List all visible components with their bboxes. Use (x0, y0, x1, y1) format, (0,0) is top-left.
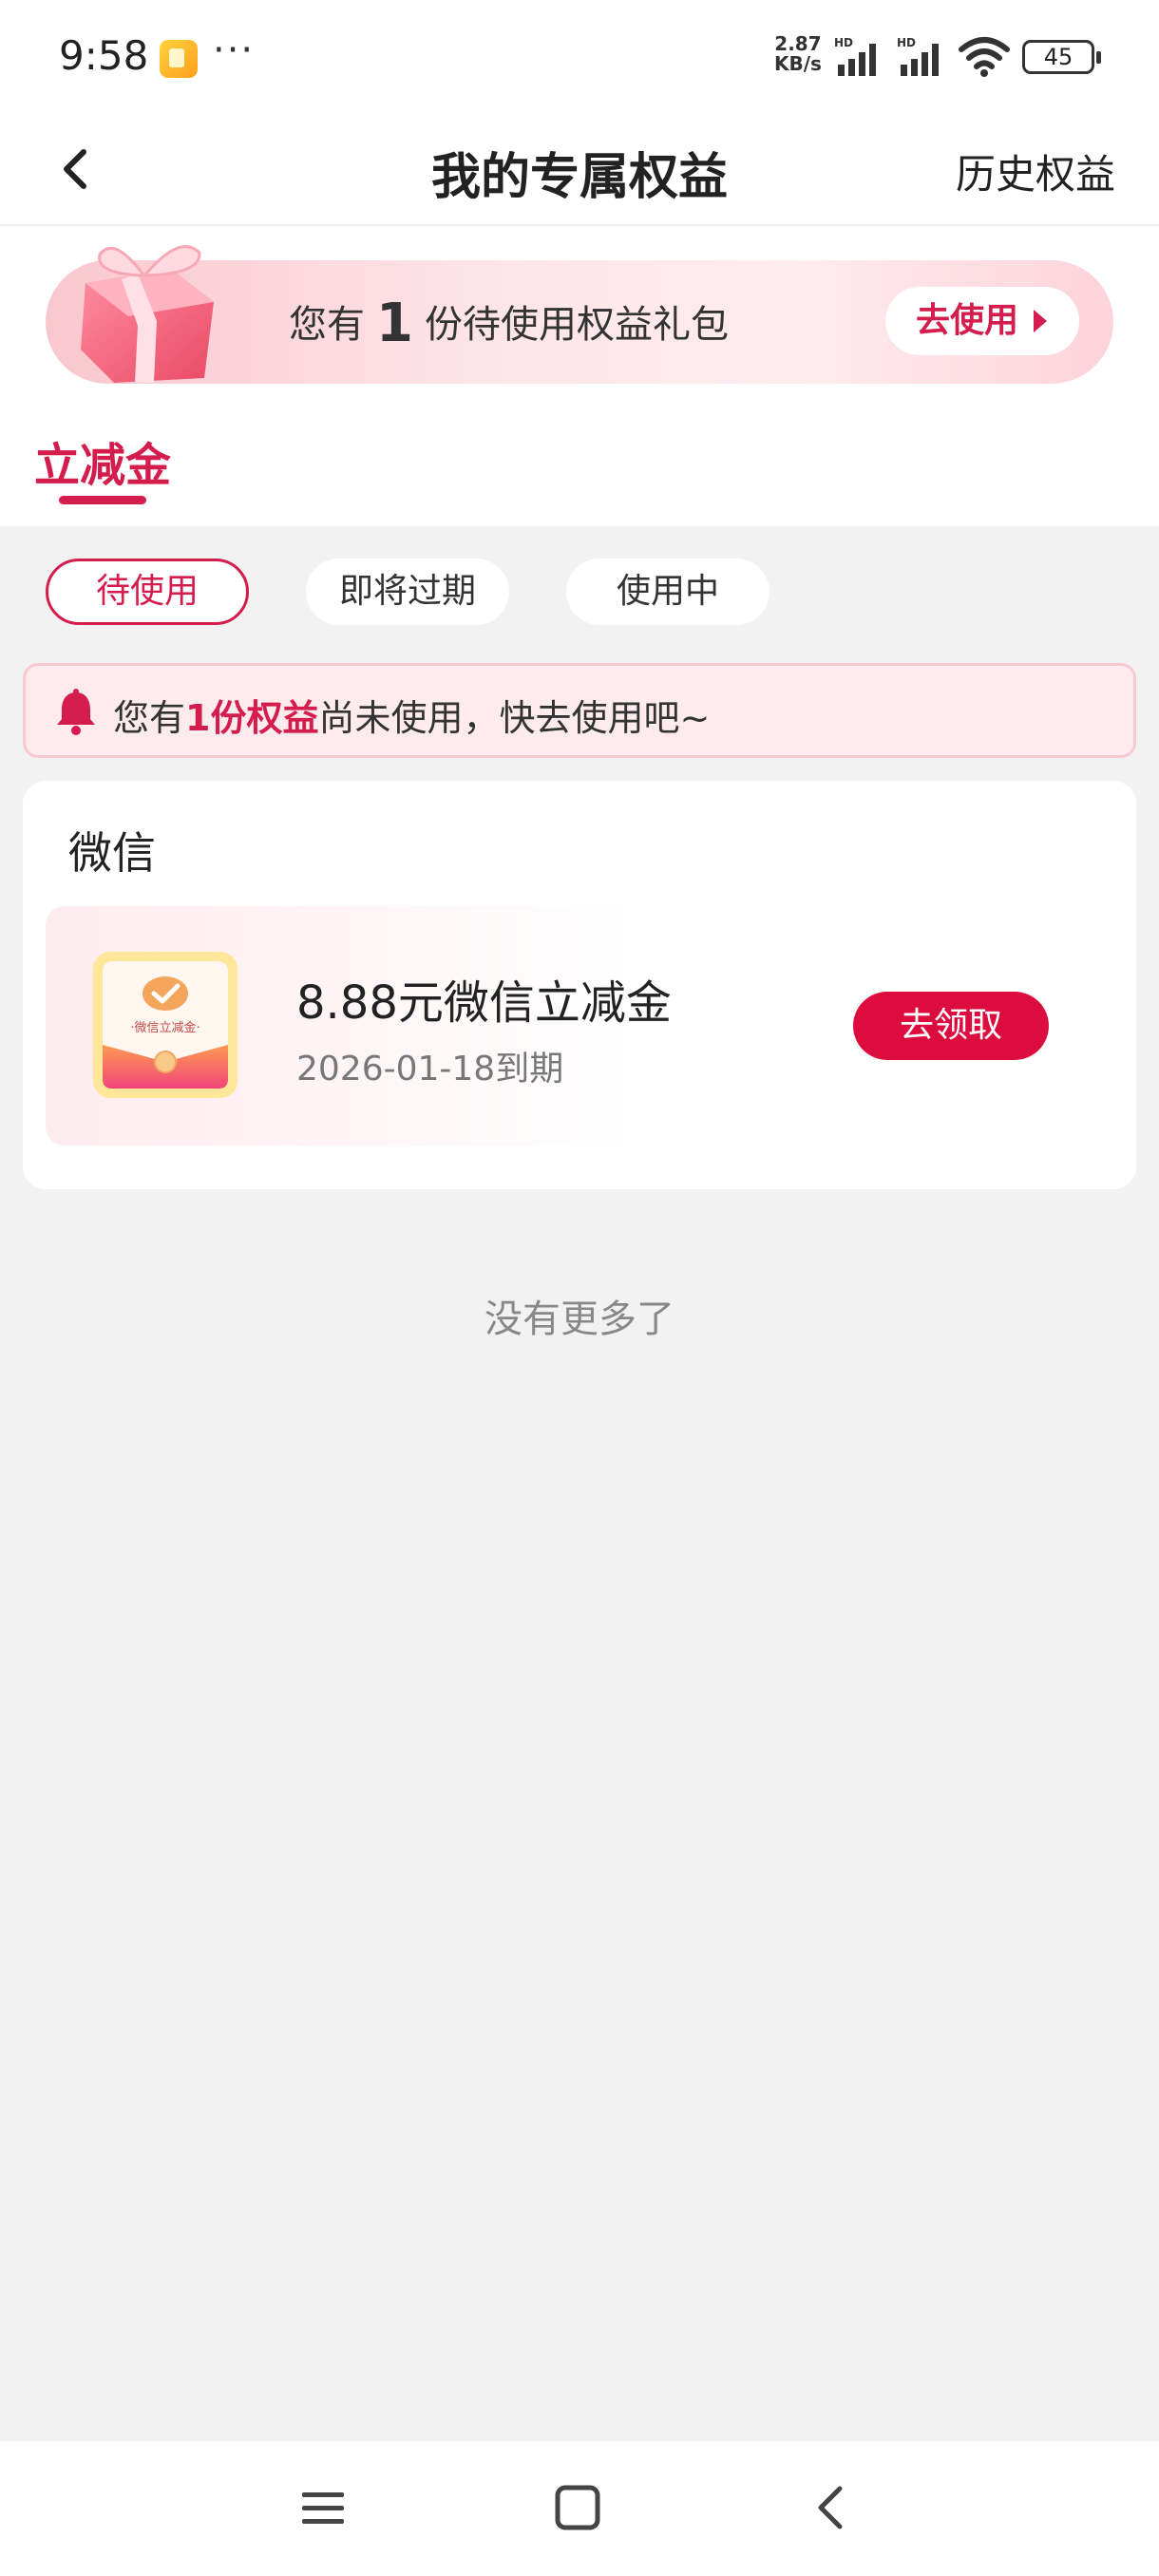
gift-box-icon (81, 245, 214, 383)
more-notifications-icon: ··· (213, 28, 256, 72)
filter-pending[interactable]: 待使用 (46, 559, 249, 625)
wifi-icon (959, 37, 1010, 77)
notice-text: 您有1份权益尚未使用，快去使用吧~ (113, 689, 710, 741)
cellular-signal-2-icon: HD (897, 36, 939, 76)
wechat-card: 微信 ·微信立减金· 8.88元微信立减金 2026-01-18到期 去领取 (23, 781, 1136, 1189)
coupon-name: 8.88元微信立减金 (296, 976, 672, 1030)
network-speed-value: 2.87 (774, 32, 822, 55)
tab-cash-discount[interactable]: 立减金 (34, 427, 171, 494)
page: 9:58 ··· 2.87 KB/s HD HD 45 我的专属权益 历史权益 … (0, 0, 1159, 2576)
cellular-signal-icon: HD (834, 36, 876, 76)
menu-icon[interactable] (294, 2479, 352, 2536)
home-icon[interactable] (549, 2479, 606, 2536)
wechat-cash-coupon-icon: ·微信立减金· (93, 952, 238, 1098)
use-now-button[interactable]: 去使用 (885, 287, 1079, 355)
status-time: 9:58 (59, 32, 149, 79)
use-now-label: 去使用 (916, 301, 1019, 340)
filter-expiring-soon[interactable]: 即将过期 (306, 559, 509, 625)
unused-notice: 您有1份权益尚未使用，快去使用吧~ (23, 663, 1136, 758)
filter-in-use[interactable]: 使用中 (566, 559, 770, 625)
svg-text:HD: HD (834, 36, 853, 49)
coupon-item[interactable]: ·微信立减金· 8.88元微信立减金 2026-01-18到期 去领取 (46, 906, 1113, 1146)
no-more-text: 没有更多了 (484, 1297, 674, 1341)
filter-chips: 待使用 即将过期 使用中 (0, 559, 1159, 625)
banner-text-suffix: 份待使用权益礼包 (424, 303, 729, 347)
coupon-icon-label: ·微信立减金· (130, 1020, 200, 1035)
notification-app-icon (160, 40, 198, 78)
banner-count: 1 (376, 293, 413, 354)
network-speed: 2.87 KB/s (774, 34, 822, 74)
tab-indicator (59, 496, 146, 504)
coupon-expiry: 2026-01-18到期 (296, 1050, 564, 1089)
network-speed-unit: KB/s (774, 52, 822, 75)
svg-text:HD: HD (897, 36, 916, 49)
notice-suffix: 尚未使用，快去使用吧~ (318, 697, 711, 739)
banner-text-prefix: 您有 (289, 303, 365, 347)
status-bar: 9:58 ··· 2.87 KB/s HD HD 45 (0, 0, 1159, 112)
notice-prefix: 您有 (113, 697, 186, 739)
back-icon[interactable] (804, 2479, 861, 2536)
header-section: 您有 1 份待使用权益礼包 去使用 立减金 (0, 226, 1159, 526)
bell-icon (57, 689, 95, 735)
battery-icon: 45 (1022, 40, 1101, 74)
play-arrow-icon (1034, 310, 1047, 332)
history-benefits-link[interactable]: 历史权益 (956, 142, 1115, 200)
claim-button[interactable]: 去领取 (853, 992, 1049, 1060)
card-title: 微信 (68, 827, 156, 879)
banner-text: 您有 1 份待使用权益礼包 (289, 293, 729, 354)
notice-highlight: 1份权益 (185, 697, 319, 739)
nav-bar: 我的专属权益 历史权益 (0, 112, 1159, 226)
system-nav-bar (0, 2441, 1159, 2576)
